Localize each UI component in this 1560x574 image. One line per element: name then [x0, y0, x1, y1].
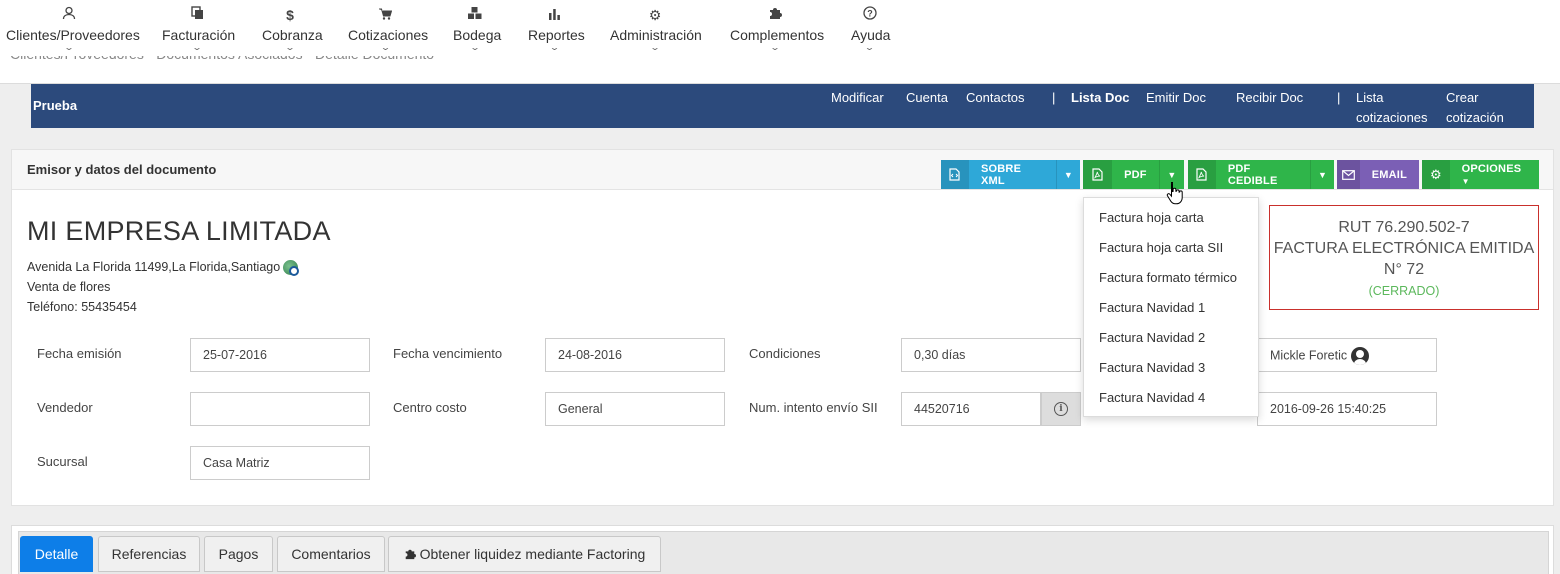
link-cuenta[interactable]: Cuenta	[906, 88, 948, 108]
nav-facturacion[interactable]: Facturación ⌄	[162, 4, 235, 52]
centro-costo-field[interactable]: General	[545, 392, 725, 426]
nav-reportes[interactable]: Reportes ⌄	[528, 4, 585, 52]
user-avatar-icon	[1351, 347, 1370, 365]
svg-text:?: ?	[867, 8, 873, 18]
opciones-button[interactable]: ⚙ OPCIONES ▼	[1422, 160, 1539, 189]
cubes-icon	[453, 4, 497, 26]
dollar-icon: $	[286, 7, 294, 23]
chevron-down-icon: ⌄	[769, 43, 781, 52]
menu-item-factura-hoja-carta[interactable]: Factura hoja carta	[1084, 203, 1258, 233]
gear-icon: ⚙	[1422, 160, 1450, 189]
file-pdf-icon	[1188, 160, 1216, 189]
chevron-down-icon: ⌄	[284, 43, 296, 52]
nav-cobranza[interactable]: $ Cobranza ⌄	[262, 4, 323, 52]
info-icon: i	[1054, 402, 1068, 416]
map-search-icon[interactable]	[283, 260, 300, 277]
separator: |	[1052, 90, 1056, 105]
condiciones-label: Condiciones	[749, 346, 821, 361]
link-recibir-doc[interactable]: Recibir Doc	[1236, 88, 1303, 108]
link-crear-cotizacion[interactable]: Crear cotización	[1446, 88, 1521, 128]
file-pdf-icon	[1083, 160, 1113, 189]
tab-referencias[interactable]: Referencias	[98, 536, 200, 572]
document-id-box: RUT 76.290.502-7 FACTURA ELECTRÓNICA EMI…	[1269, 205, 1539, 310]
link-lista-doc[interactable]: Lista Doc	[1071, 88, 1130, 108]
fecha-vencimiento-label: Fecha vencimiento	[393, 346, 503, 361]
link-modificar[interactable]: Modificar	[831, 88, 884, 108]
menu-item-factura-formato-termico[interactable]: Factura formato térmico	[1084, 263, 1258, 293]
file-code-icon	[941, 160, 969, 189]
chevron-down-icon: ⌄	[380, 43, 391, 52]
intento-envio-field[interactable]: 44520716	[901, 392, 1041, 426]
company-business: Venta de flores	[27, 280, 111, 294]
fecha-emision-label: Fecha emisión	[37, 346, 122, 361]
chevron-down-icon: ⌄	[191, 43, 203, 52]
panel-header: Emisor y datos del documento SOBRE XML ▼…	[12, 150, 1553, 190]
fecha-vencimiento-field[interactable]: 24-08-2016	[545, 338, 725, 372]
company-name: MI EMPRESA LIMITADA	[27, 216, 331, 246]
intento-envio-label: Num. intento envío SII	[749, 400, 878, 415]
chevron-down-icon: ⌄	[469, 43, 481, 52]
usuario-field[interactable]: Mickle Foretic	[1257, 338, 1437, 372]
puzzle-icon	[404, 546, 420, 562]
nav-complementos[interactable]: Complementos ⌄	[730, 4, 824, 52]
copy-icon	[162, 4, 232, 26]
document-panel: Emisor y datos del documento SOBRE XML ▼…	[11, 149, 1554, 506]
separator: |	[1337, 90, 1341, 105]
tab-pagos[interactable]: Pagos	[204, 536, 273, 572]
client-header-bar: Prueba Modificar Cuenta Contactos | List…	[31, 84, 1534, 128]
document-number: N° 72	[1383, 261, 1425, 278]
cart-icon	[348, 4, 423, 26]
envelope-icon	[1337, 160, 1360, 189]
sobre-xml-button[interactable]: SOBRE XML ▼	[941, 160, 1080, 189]
caret-down-icon[interactable]: ▼	[1055, 160, 1080, 189]
panel-title: Emisor y datos del documento	[27, 162, 217, 177]
company-address: Avenida La Florida 11499,La Florida,Sant…	[27, 260, 300, 277]
menu-item-factura-hoja-carta-sii[interactable]: Factura hoja carta SII	[1084, 233, 1258, 263]
menu-item-factura-navidad-1[interactable]: Factura Navidad 1	[1084, 293, 1258, 323]
menu-item-factura-navidad-3[interactable]: Factura Navidad 3	[1084, 353, 1258, 383]
tab-comentarios[interactable]: Comentarios	[277, 536, 385, 572]
tab-bar: Detalle Referencias Pagos Comentarios Ob…	[18, 531, 1549, 574]
company-phone: Teléfono: 55435454	[27, 300, 137, 314]
centro-costo-label: Centro costo	[393, 400, 467, 415]
tab-container: Detalle Referencias Pagos Comentarios Ob…	[11, 525, 1554, 574]
tab-detalle[interactable]: Detalle	[20, 536, 93, 572]
caret-down-icon[interactable]: ▼	[1309, 160, 1334, 189]
email-button[interactable]: EMAIL	[1337, 160, 1419, 189]
hand-cursor-icon	[1166, 182, 1183, 205]
nav-clientes-proveedores[interactable]: Clientes/Proveedores ⌄	[6, 4, 140, 52]
pdf-dropdown-menu: Factura hoja carta Factura hoja carta SI…	[1083, 197, 1259, 417]
nav-ayuda[interactable]: ? Ayuda ⌄	[851, 4, 890, 52]
users-icon	[6, 4, 132, 26]
menu-item-factura-navidad-2[interactable]: Factura Navidad 2	[1084, 323, 1258, 353]
bar-chart-icon	[528, 4, 581, 26]
link-emitir-doc[interactable]: Emitir Doc	[1146, 88, 1206, 108]
chevron-down-icon: ⌄	[864, 43, 875, 52]
tab-factoring[interactable]: Obtener liquidez mediante Factoring	[388, 536, 661, 572]
vendedor-field[interactable]	[190, 392, 370, 426]
sucursal-field[interactable]: Casa Matriz	[190, 446, 370, 480]
top-navigation: Clientes/Proveedores · Documentos Asocia…	[0, 0, 1560, 84]
nav-bodega[interactable]: Bodega ⌄	[453, 4, 501, 52]
pdf-cedible-button[interactable]: PDF CEDIBLE ▼	[1188, 160, 1334, 189]
caret-down-icon: ▼	[1461, 176, 1470, 186]
info-button[interactable]: i	[1041, 392, 1081, 426]
question-icon: ?	[851, 4, 888, 26]
nav-cotizaciones[interactable]: Cotizaciones ⌄	[348, 4, 428, 52]
fecha-emision-field[interactable]: 25-07-2016	[190, 338, 370, 372]
fecha-envio-field[interactable]: 2016-09-26 15:40:25	[1257, 392, 1437, 426]
condiciones-field[interactable]: 0,30 días	[901, 338, 1081, 372]
sucursal-label: Sucursal	[37, 454, 88, 469]
gears-icon: ⚙	[648, 7, 662, 23]
rut-number: RUT 76.290.502-7	[1338, 219, 1470, 236]
client-name: Prueba	[33, 98, 78, 113]
link-lista-cotizaciones[interactable]: Lista cotizaciones	[1356, 88, 1434, 128]
link-contactos[interactable]: Contactos	[966, 88, 1025, 108]
status-badge: (CERRADO)	[1368, 284, 1440, 298]
puzzle-icon	[730, 4, 820, 26]
document-type: FACTURA ELECTRÓNICA EMITIDA	[1273, 240, 1535, 257]
nav-administracion[interactable]: ⚙ Administración ⌄	[610, 4, 702, 52]
menu-item-factura-navidad-4[interactable]: Factura Navidad 4	[1084, 383, 1258, 413]
vendedor-label: Vendedor	[37, 400, 93, 415]
